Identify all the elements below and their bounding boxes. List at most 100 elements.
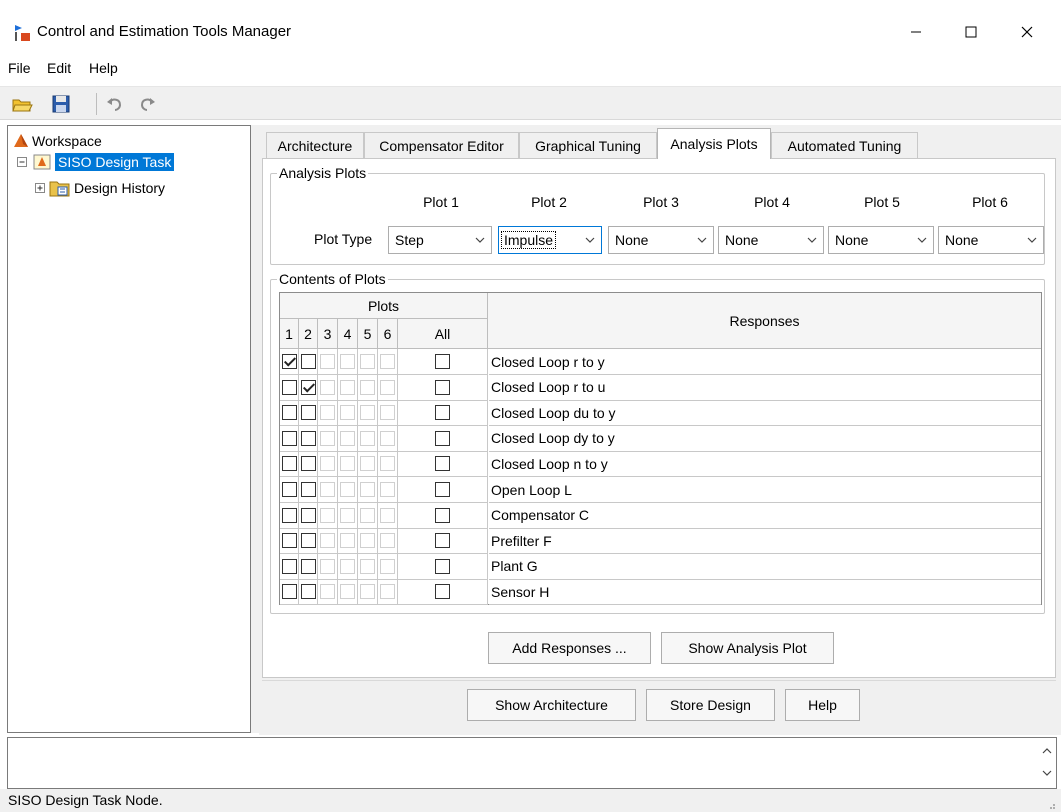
collapse-icon[interactable] xyxy=(16,156,28,168)
plot-all-checkbox[interactable] xyxy=(435,482,450,497)
checkbox-cell xyxy=(280,477,299,503)
plot-all-checkbox[interactable] xyxy=(435,533,450,549)
plot-2-checkbox[interactable] xyxy=(300,533,316,549)
menu-edit[interactable]: Edit xyxy=(47,60,71,76)
save-button[interactable] xyxy=(50,93,72,115)
tab-graphical-tuning[interactable]: Graphical Tuning xyxy=(519,132,657,158)
plot-6-header: Plot 6 xyxy=(972,194,1008,210)
plot-5-type-value: None xyxy=(835,232,869,248)
plot-1-checkbox[interactable] xyxy=(281,584,297,600)
open-button[interactable] xyxy=(11,93,33,115)
plot-1-checkbox[interactable] xyxy=(281,507,297,523)
plot-5-type-select[interactable]: None xyxy=(828,226,934,254)
tab-automated-tuning[interactable]: Automated Tuning xyxy=(771,132,918,158)
response-name[interactable]: Closed Loop r to u xyxy=(489,375,1041,401)
plot-2-checkbox[interactable] xyxy=(300,558,316,574)
checkbox-cell xyxy=(378,553,398,580)
splitter[interactable] xyxy=(251,125,259,733)
maximize-button[interactable] xyxy=(948,14,994,50)
plot-all-checkbox[interactable] xyxy=(435,405,450,421)
tab-architecture[interactable]: Architecture xyxy=(266,132,364,158)
help-button[interactable]: Help xyxy=(785,689,860,721)
tab-analysis-plots[interactable]: Analysis Plots xyxy=(657,128,771,159)
plot-2-checkbox[interactable] xyxy=(300,405,316,421)
response-name[interactable]: Closed Loop r to y xyxy=(489,349,1041,375)
plot-4-header: Plot 4 xyxy=(754,194,790,210)
tree-node-design-history[interactable]: Design History xyxy=(34,178,165,198)
plot-4-type-select[interactable]: None xyxy=(718,226,824,254)
table-row: Closed Loop r to u xyxy=(280,374,1041,401)
plot-1-checkbox[interactable] xyxy=(281,456,297,472)
tree-node-workspace[interactable]: Workspace xyxy=(12,131,102,151)
expand-icon[interactable] xyxy=(34,182,46,194)
tree-node-siso-task[interactable]: SISO Design Task xyxy=(16,152,175,172)
plot-3-checkbox xyxy=(320,584,335,600)
plot-all-checkbox[interactable] xyxy=(435,379,450,395)
response-name[interactable]: Open Loop L xyxy=(489,477,1041,503)
plot-2-checkbox[interactable] xyxy=(300,430,316,446)
checkbox-cell xyxy=(358,553,378,580)
response-name[interactable]: Compensator C xyxy=(489,503,1041,529)
plot-all-checkbox[interactable] xyxy=(435,354,450,369)
plot-2-checkbox[interactable] xyxy=(300,354,316,369)
table-row: Closed Loop dy to y xyxy=(280,425,1041,452)
add-responses-button[interactable]: Add Responses ... xyxy=(488,632,651,664)
plot-2-checkbox[interactable] xyxy=(300,584,316,600)
checkbox-cell xyxy=(358,477,378,503)
plot-2-checkbox[interactable] xyxy=(300,482,316,497)
plot-3-checkbox xyxy=(320,430,335,446)
plot-6-type-select[interactable]: None xyxy=(938,226,1044,254)
checkbox-cell xyxy=(378,425,398,452)
store-design-button[interactable]: Store Design xyxy=(646,689,775,721)
plot-1-checkbox[interactable] xyxy=(281,558,297,574)
plot-2-checkbox[interactable] xyxy=(300,456,316,472)
message-area[interactable] xyxy=(7,737,1057,789)
menu-file[interactable]: File xyxy=(8,60,31,76)
response-name[interactable]: Closed Loop du to y xyxy=(489,400,1041,427)
checkbox-cell xyxy=(358,400,378,427)
plot-1-checkbox[interactable] xyxy=(281,354,297,369)
plot-all-checkbox[interactable] xyxy=(435,456,450,472)
workspace-tree[interactable]: Workspace SISO Design Task Design Histor… xyxy=(7,125,251,733)
plot-col-4-header: 4 xyxy=(338,319,358,349)
plot-3-type-select[interactable]: None xyxy=(608,226,714,254)
menu-help[interactable]: Help xyxy=(89,60,118,76)
plot-1-checkbox[interactable] xyxy=(281,430,297,446)
scroll-up-icon[interactable] xyxy=(1042,746,1052,756)
plot-all-checkbox[interactable] xyxy=(435,584,450,600)
plot-1-type-value: Step xyxy=(395,232,424,248)
tree-label-siso-task: SISO Design Task xyxy=(55,153,175,171)
tab-compensator-editor[interactable]: Compensator Editor xyxy=(364,132,519,158)
show-analysis-plot-button[interactable]: Show Analysis Plot xyxy=(661,632,834,664)
chevron-down-icon xyxy=(1027,237,1037,243)
plot-1-checkbox[interactable] xyxy=(281,379,297,395)
checkbox-cell xyxy=(398,502,488,529)
checkbox-cell xyxy=(280,374,299,401)
response-name[interactable]: Prefilter F xyxy=(489,528,1041,555)
show-architecture-button[interactable]: Show Architecture xyxy=(467,689,636,721)
close-button[interactable] xyxy=(1004,14,1050,50)
checkbox-cell xyxy=(398,528,488,555)
response-name[interactable]: Plant G xyxy=(489,554,1041,580)
plot-1-checkbox[interactable] xyxy=(281,482,297,497)
response-name[interactable]: Sensor H xyxy=(489,579,1041,606)
redo-button[interactable] xyxy=(136,93,158,115)
plot-all-checkbox[interactable] xyxy=(435,507,450,523)
plot-2-type-select[interactable]: Impulse xyxy=(498,226,602,254)
chevron-down-icon xyxy=(917,237,927,243)
scroll-down-icon[interactable] xyxy=(1042,768,1052,778)
response-name[interactable]: Closed Loop dy to y xyxy=(489,426,1041,452)
plot-all-checkbox[interactable] xyxy=(435,430,450,446)
plot-2-checkbox[interactable] xyxy=(300,379,316,395)
minimize-button[interactable] xyxy=(893,14,939,50)
checkbox-cell xyxy=(338,451,358,478)
plot-1-checkbox[interactable] xyxy=(281,405,297,421)
tree-label-design-history: Design History xyxy=(74,180,166,196)
plot-2-checkbox[interactable] xyxy=(300,507,316,523)
undo-button[interactable] xyxy=(104,93,126,115)
plot-all-checkbox[interactable] xyxy=(435,558,450,574)
resize-grip-icon[interactable] xyxy=(1046,800,1056,810)
response-name[interactable]: Closed Loop n to y xyxy=(489,451,1041,478)
plot-1-checkbox[interactable] xyxy=(281,533,297,549)
plot-1-type-select[interactable]: Step xyxy=(388,226,492,254)
